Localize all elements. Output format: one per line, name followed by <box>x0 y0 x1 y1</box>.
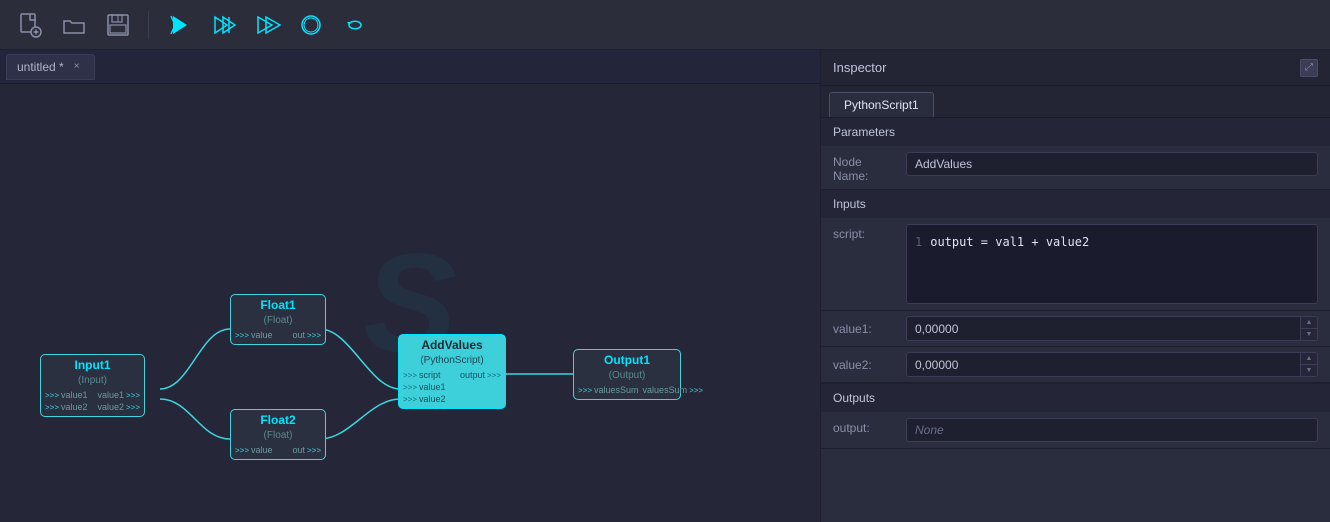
output1-right-ports: valuesSum >>> <box>643 385 704 395</box>
value1-spinners: ▲ ▼ <box>1300 317 1317 340</box>
inspector-tabs: PythonScript1 <box>821 86 1330 118</box>
inputs-section: Inputs script: 1 output = val1 + value2 v… <box>821 190 1330 384</box>
output-label: output: <box>833 418 898 435</box>
toolbar <box>0 0 1330 50</box>
value2-increment-button[interactable]: ▲ <box>1301 353 1317 364</box>
value2-input-wrap: ▲ ▼ <box>906 352 1318 377</box>
value1-decrement-button[interactable]: ▼ <box>1301 329 1317 340</box>
inspector-header: Inspector ⤢ <box>821 50 1330 86</box>
value2-input[interactable] <box>907 355 1300 375</box>
script-label: script: <box>833 224 898 241</box>
parameters-header: Parameters <box>821 118 1330 146</box>
canvas-area: untitled * × S Input1 <box>0 50 820 522</box>
node-name-row: Node Name: AddValues <box>821 146 1330 189</box>
run-step-icon[interactable] <box>205 7 241 43</box>
value2-spinners: ▲ ▼ <box>1300 353 1317 376</box>
output1-node[interactable]: Output1 (Output) >>> valuesSum valuesSum… <box>573 349 681 400</box>
float2-title: Float2 <box>231 410 325 430</box>
float1-node[interactable]: Float1 (Float) >>> value out >>> <box>230 294 326 345</box>
value1-input-wrap: ▲ ▼ <box>906 316 1318 341</box>
float1-subtitle: (Float) <box>231 315 325 328</box>
script-row: script: 1 output = val1 + value2 <box>821 218 1330 311</box>
inputs-header: Inputs <box>821 190 1330 218</box>
input1-subtitle: (Input) <box>41 375 144 388</box>
inspector-title: Inspector <box>833 60 886 75</box>
loop-icon[interactable] <box>337 7 373 43</box>
input1-right-ports: value1 >>> value2 >>> <box>97 390 140 412</box>
input1-title: Input1 <box>41 355 144 375</box>
float2-right-ports: out >>> <box>292 445 321 455</box>
open-file-icon[interactable] <box>56 7 92 43</box>
new-file-icon[interactable] <box>12 7 48 43</box>
addvalues-subtitle: (PythonScript) <box>399 355 505 368</box>
tab-python-script-1[interactable]: PythonScript1 <box>829 92 934 117</box>
addvalues-node[interactable]: AddValues (PythonScript) >>> script >>> … <box>398 334 506 409</box>
float1-right-ports: out >>> <box>292 330 321 340</box>
stop-icon[interactable] <box>293 7 329 43</box>
tab-close-button[interactable]: × <box>70 60 84 74</box>
value1-increment-button[interactable]: ▲ <box>1301 317 1317 328</box>
value2-row: value2: ▲ ▼ <box>821 347 1330 383</box>
output1-subtitle: (Output) <box>574 370 680 383</box>
tab-label: untitled * <box>17 60 64 74</box>
addvalues-left-ports: >>> script >>> value1 >>> value2 <box>403 370 446 404</box>
line-number-1: 1 <box>915 235 922 249</box>
untitled-tab[interactable]: untitled * × <box>6 54 95 80</box>
toolbar-separator-1 <box>148 11 149 39</box>
value2-decrement-button[interactable]: ▼ <box>1301 365 1317 376</box>
outputs-header: Outputs <box>821 384 1330 412</box>
script-code-block[interactable]: 1 output = val1 + value2 <box>906 224 1318 304</box>
tab-bar: untitled * × <box>0 50 820 84</box>
value1-label: value1: <box>833 322 898 336</box>
run-fast-icon[interactable] <box>249 7 285 43</box>
node-name-value[interactable]: AddValues <box>906 152 1318 176</box>
connections-svg <box>0 84 820 522</box>
value1-row: value1: ▲ ▼ <box>821 311 1330 347</box>
output-value: None <box>906 418 1318 442</box>
output-row: output: None <box>821 412 1330 448</box>
outputs-section: Outputs output: None <box>821 384 1330 449</box>
main-area: untitled * × S Input1 <box>0 50 1330 522</box>
output1-title: Output1 <box>574 350 680 370</box>
node-name-label: Node Name: <box>833 152 898 183</box>
value1-input[interactable] <box>907 319 1300 339</box>
code-text: output = val1 + value2 <box>930 235 1089 249</box>
float2-left-ports: >>> value <box>235 445 273 455</box>
input1-node[interactable]: Input1 (Input) >>> value1 >>> value2 <box>40 354 145 417</box>
addvalues-title: AddValues <box>399 335 505 355</box>
float1-left-ports: >>> value <box>235 330 273 340</box>
float1-title: Float1 <box>231 295 325 315</box>
float2-node[interactable]: Float2 (Float) >>> value out >>> <box>230 409 326 460</box>
output1-left-ports: >>> valuesSum <box>578 385 639 395</box>
save-file-icon[interactable] <box>100 7 136 43</box>
node-canvas[interactable]: S Input1 (Input) <box>0 84 820 522</box>
addvalues-right-ports: output >>> <box>460 370 501 404</box>
inspector-panel: Inspector ⤢ PythonScript1 Parameters Nod… <box>820 50 1330 522</box>
value2-label: value2: <box>833 358 898 372</box>
input1-left-ports: >>> value1 >>> value2 <box>45 390 88 412</box>
run-icon[interactable] <box>161 7 197 43</box>
float2-subtitle: (Float) <box>231 430 325 443</box>
inspector-expand-button[interactable]: ⤢ <box>1300 59 1318 77</box>
inspector-content: Parameters Node Name: AddValues Inputs s… <box>821 118 1330 522</box>
parameters-section: Parameters Node Name: AddValues <box>821 118 1330 190</box>
